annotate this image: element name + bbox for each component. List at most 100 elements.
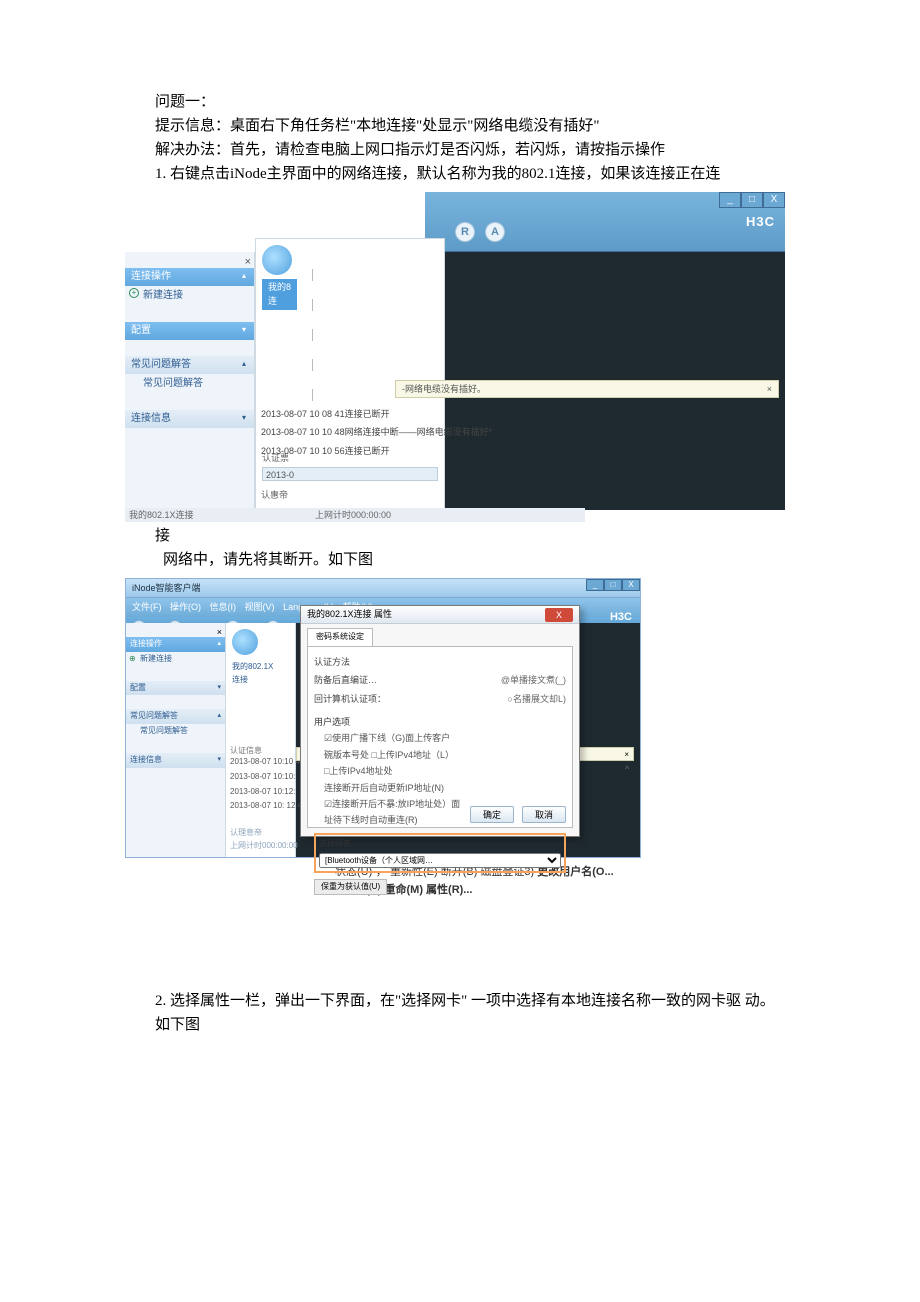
option-broadcast-logout[interactable]: ☑使用广播下线（G)面上传客户 [314, 730, 566, 746]
status-timer: 上网计时000:00:00 [230, 840, 298, 853]
tick-icon [312, 389, 313, 401]
dialog-title: 我的802.1X连接 属性 [307, 607, 392, 621]
auth-method-label: 认证方法 [314, 655, 394, 669]
sidebar-header-label: 常见问题解答 [130, 711, 178, 720]
nic-select-highlight: 选择网去 [Bluetooth设备（个人区域网… [314, 833, 566, 873]
scroll-up-icon[interactable]: ^ [625, 764, 629, 777]
close-button[interactable]: X [622, 579, 640, 591]
tooltip-bar: -网络电缆没有插好。 × [395, 380, 779, 398]
sidebar-header-conninfo[interactable]: 连接信息 ▾ [125, 410, 254, 428]
window-header: _ □ X H3C [425, 192, 785, 252]
conn-label-line1: 我的8 [268, 282, 291, 292]
status-bar: 我的802.1X连接 上网计时000:00:00 [125, 508, 585, 522]
window-buttons: _ □ X [586, 579, 640, 591]
log-row: 2013-08-07 10: 12 4 [230, 799, 310, 814]
restore-defaults-button[interactable]: 保重为获认值(U) [314, 879, 387, 896]
minimize-button[interactable]: _ [586, 579, 604, 591]
connection-icon[interactable] [262, 245, 292, 275]
plus-icon: ⊕ [129, 653, 136, 666]
chevron-up-icon: ▴ [242, 358, 246, 371]
menu-file[interactable]: 文件(F) [132, 602, 162, 612]
sidebar-item-faq[interactable]: 常见问题解答 [125, 374, 254, 394]
tick-icon [312, 329, 313, 341]
user-options-header: 用户选项 [314, 714, 566, 730]
menu-operate[interactable]: 操作(O) [170, 602, 201, 612]
option-upload-ipv4b[interactable]: □上传IPv4地址处 [314, 763, 566, 779]
window-buttons: _ □ X [719, 192, 785, 208]
sidebar-header-label: 连接信息 [130, 755, 162, 764]
about-icon[interactable]: A [485, 222, 505, 242]
tick-icon [312, 359, 313, 371]
cancel-button[interactable]: 取消 [522, 806, 566, 823]
ok-button[interactable]: 确定 [470, 806, 514, 823]
menu-info[interactable]: 信息(I) [210, 602, 237, 612]
plus-icon: + [129, 288, 139, 298]
sidebar-header-label: 常见问题解答 [131, 359, 191, 370]
sidebar-header-label: 连接信息 [131, 413, 171, 424]
radio-multicast[interactable]: ○名播展文却L) [508, 692, 566, 706]
refresh-icon[interactable]: R [455, 222, 475, 242]
sidebar-header-faq[interactable]: 常见问题解答 ▴ [125, 356, 254, 374]
step-1c: 网络中，请先将其断开。如下图 [155, 548, 780, 572]
chevron-down-icon: ▾ [242, 324, 246, 337]
sidebar-header-label: 连接操作 [131, 271, 171, 282]
maximize-button[interactable]: □ [741, 192, 763, 208]
sidebar-header-faq[interactable]: 常见问题解答 ▴ [126, 709, 225, 724]
tooltip-close-icon[interactable]: × [624, 749, 629, 762]
tick-icon [312, 269, 313, 281]
hint-line: 提示信息：桌面右下角任务栏"本地连接"处显示"网络电缆没有插好" [155, 114, 780, 138]
chevron-down-icon: ▾ [242, 412, 246, 425]
option-auto-renew-ip[interactable]: 连接断开后自动更新IP地址(N) [314, 780, 566, 796]
status-auth-label: 认理息帝 [230, 827, 298, 840]
sidebar-item-newconn[interactable]: ⊕ 新建连接 [126, 652, 225, 667]
properties-dialog: 我的802.1X连接 属性 X 密码系统设定 认证方法 防备后直编证… @单播接… [300, 605, 580, 837]
minimize-button[interactable]: _ [719, 192, 741, 208]
heading-q1: 问题一： [155, 90, 780, 114]
log-row: 2013-08-07 10:12: [230, 785, 310, 800]
sidebar-header-connect[interactable]: 连接操作 ▴ [126, 637, 225, 652]
nic-select[interactable]: [Bluetooth设备（个人区域网… [319, 853, 561, 868]
dialog-close-button[interactable]: X [545, 608, 573, 622]
connection-panel: 我的802.1X 连接 [226, 623, 296, 857]
tick-icon [312, 299, 313, 311]
log-row: 2013-08-07 10 10 56连接已断开 [261, 442, 591, 460]
reauth-label: 防备后直编证… [314, 673, 394, 687]
connection-panel: 我的8 连 认证票 2013-0 [255, 238, 445, 510]
tooltip-text: -网络电缆没有插好。 [402, 382, 486, 396]
sidebar-item-label: 新建连接 [143, 290, 183, 301]
chevron-up-icon: ▴ [217, 638, 221, 649]
tooltip-close-icon[interactable]: × [767, 382, 778, 396]
chevron-up-icon: ▴ [242, 270, 246, 283]
chevron-down-icon: ▾ [217, 754, 221, 765]
date-bar: 2013-0 [262, 467, 438, 481]
log-row: 2013-08-07 10:10: [230, 770, 310, 785]
connection-icon[interactable] [232, 629, 258, 655]
close-button[interactable]: X [763, 192, 785, 208]
sidebar-item-label: 常见问题解答 [143, 378, 203, 389]
conn-label-line1: 我的802.1X [226, 661, 295, 674]
radio-unicast[interactable]: @单播接文煮(_) [501, 673, 566, 687]
option-upload-ipv4[interactable]: 碗版本号处 □上传IPv4地址（L） [314, 747, 566, 763]
sidebar-header-config[interactable]: 配置 ▾ [126, 681, 225, 696]
sidebar-header-connect[interactable]: 连接操作 ▴ [125, 268, 254, 286]
dialog-tab[interactable]: 密码系统设定 [307, 628, 373, 646]
step-1: 1. 右键点击iNode主界面中的网络连接，默认名称为我的802.1连接，如果该… [155, 162, 780, 186]
sidebar-header-conninfo[interactable]: 连接信息 ▾ [126, 753, 225, 768]
conn-label-line2: 连接 [226, 674, 295, 687]
connection-label[interactable]: 我的8 连 [262, 279, 297, 310]
log-row: 2013-08-07 10 08 41连接已断开 [261, 405, 591, 423]
sidebar-header-label: 连接操作 [130, 639, 162, 648]
screenshot-1: _ □ X H3C R A × 连接操作 ▴ + 新建连接 配置 ▾ 常 [125, 192, 785, 522]
sidebar-item-label: 常见问题解答 [140, 726, 188, 735]
sidebar: × 连接操作 ▴ + 新建连接 配置 ▾ 常见问题解答 ▴ 常见问题解答 连接信… [125, 252, 255, 510]
sidebar-header-config[interactable]: 配置 ▾ [125, 322, 254, 340]
window-title: iNode智能客户端 [126, 579, 640, 598]
sidebar-header-label: 配置 [131, 325, 151, 336]
maximize-button[interactable]: □ [604, 579, 622, 591]
log-list: 2013-08-07 10:10 4 2013-08-07 10:10: 201… [230, 755, 310, 814]
nic-select-label: 选择网去 [319, 838, 561, 853]
sidebar-item-faq[interactable]: 常见问题解答 [126, 724, 225, 739]
menu-view[interactable]: 视图(V) [245, 602, 275, 612]
sidebar-header-label: 配置 [130, 683, 146, 692]
sidebar-item-newconn[interactable]: + 新建连接 [125, 286, 254, 306]
